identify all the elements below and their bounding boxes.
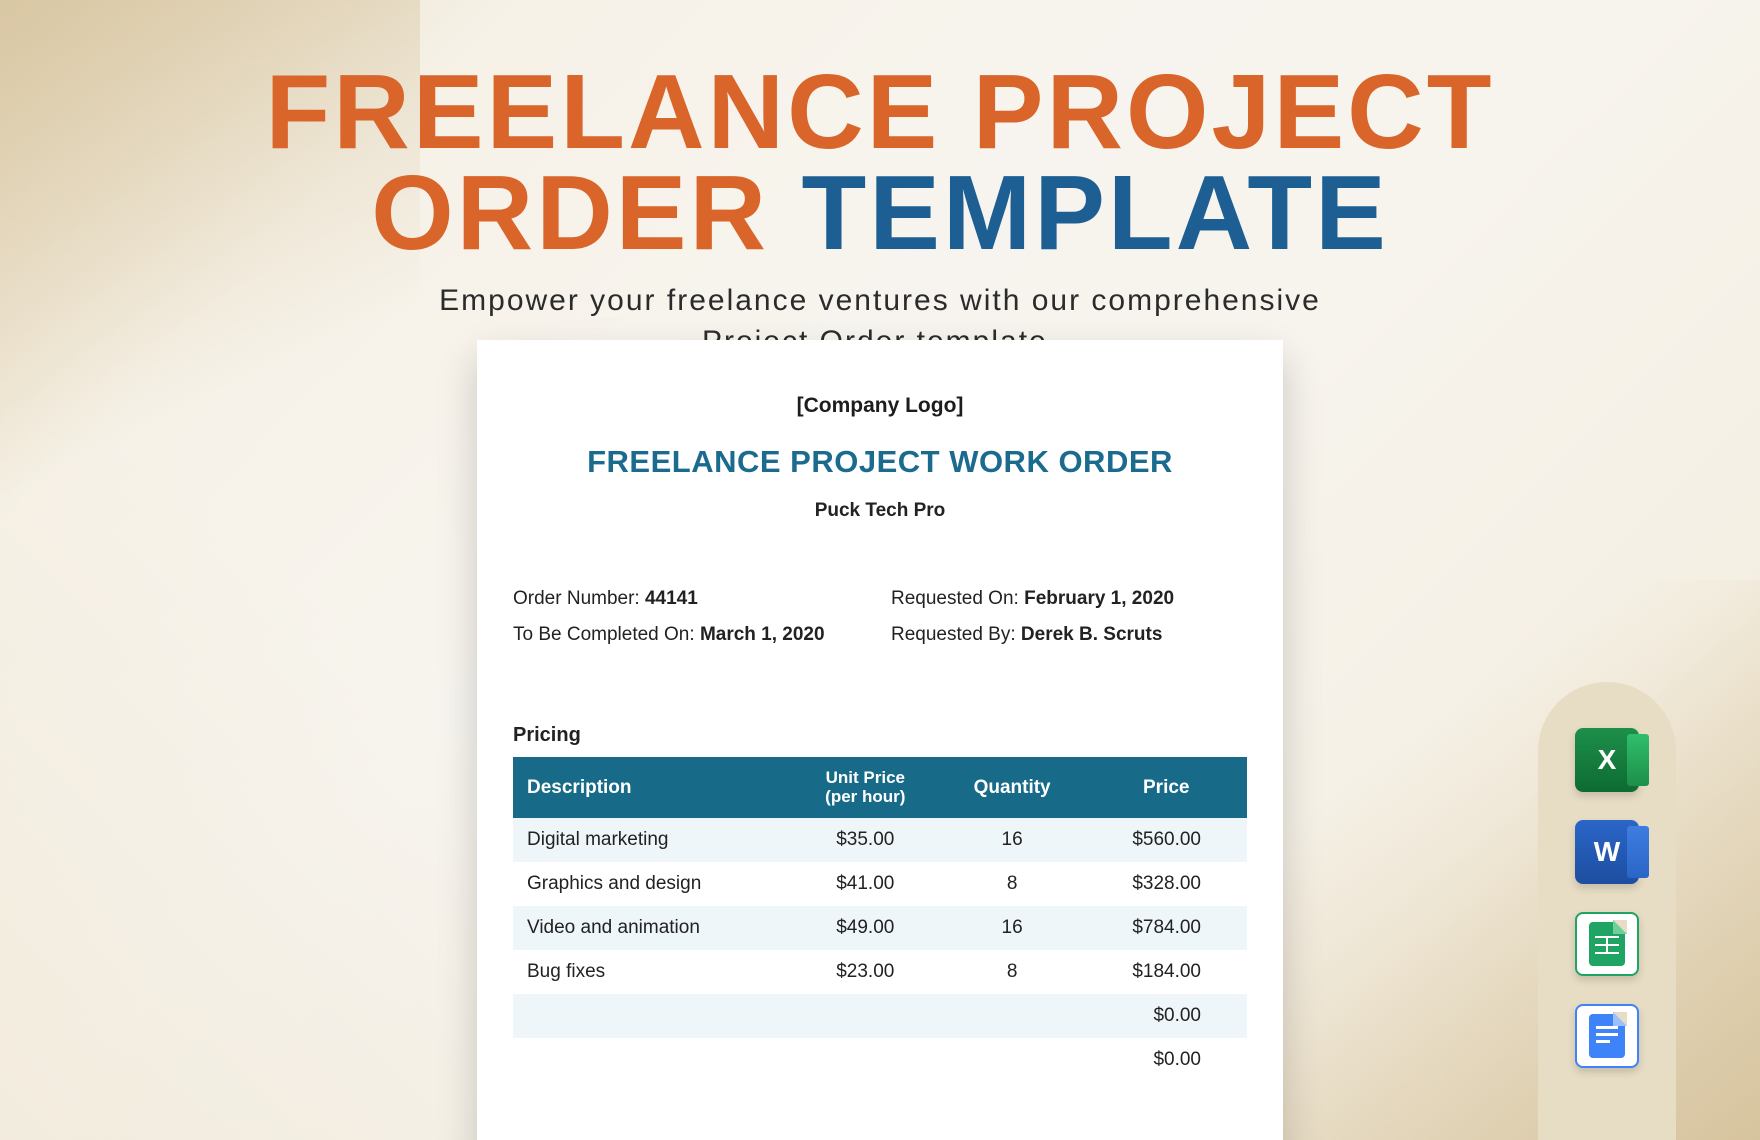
cell-price: $184.00 xyxy=(1086,950,1248,994)
col-description: Description xyxy=(513,757,792,818)
cell-qty xyxy=(939,1038,1086,1082)
word-icon[interactable]: W xyxy=(1575,820,1639,884)
promo-header: FREELANCE PROJECT ORDER TEMPLATE Empower… xyxy=(0,62,1760,362)
excel-letter: X xyxy=(1575,728,1639,792)
pricing-section-title: Pricing xyxy=(513,724,1247,747)
cell-unit: $35.00 xyxy=(792,818,939,862)
subtitle-line-1: Empower your freelance ventures with our… xyxy=(439,284,1321,317)
meta-left-col: Order Number: 44141 To Be Completed On: … xyxy=(513,588,869,660)
excel-icon[interactable]: X xyxy=(1575,728,1639,792)
document-inner: [Company Logo] FREELANCE PROJECT WORK OR… xyxy=(477,340,1283,1082)
col-unit-price-l1: Unit Price xyxy=(802,769,929,788)
requested-by-label: Requested By: xyxy=(891,624,1021,645)
cell-unit: $23.00 xyxy=(792,950,939,994)
table-row: $0.00 xyxy=(513,994,1247,1038)
document-preview: [Company Logo] FREELANCE PROJECT WORK OR… xyxy=(477,340,1283,1140)
cell-desc: Graphics and design xyxy=(513,862,792,906)
cell-price: $0.00 xyxy=(1086,1038,1248,1082)
table-row: Graphics and design $41.00 8 $328.00 xyxy=(513,862,1247,906)
order-number-value: 44141 xyxy=(645,588,698,609)
pricing-header-row: Description Unit Price (per hour) Quanti… xyxy=(513,757,1247,818)
col-unit-price: Unit Price (per hour) xyxy=(792,757,939,818)
cell-qty: 16 xyxy=(939,818,1086,862)
cell-desc xyxy=(513,1038,792,1082)
col-quantity: Quantity xyxy=(939,757,1086,818)
cell-unit: $49.00 xyxy=(792,906,939,950)
requested-by-row: Requested By: Derek B. Scruts xyxy=(891,624,1247,646)
cell-desc: Digital marketing xyxy=(513,818,792,862)
cell-desc: Video and animation xyxy=(513,906,792,950)
title-part-3: TEMPLATE xyxy=(801,154,1388,272)
promo-title: FREELANCE PROJECT ORDER TEMPLATE xyxy=(0,62,1760,263)
table-row: Bug fixes $23.00 8 $184.00 xyxy=(513,950,1247,994)
requested-on-value: February 1, 2020 xyxy=(1024,588,1174,609)
cell-price: $0.00 xyxy=(1086,994,1248,1038)
document-title: FREELANCE PROJECT WORK ORDER xyxy=(513,444,1247,480)
title-part-2: ORDER xyxy=(371,154,769,272)
cell-unit: $41.00 xyxy=(792,862,939,906)
word-letter: W xyxy=(1575,820,1639,884)
gdocs-glyph xyxy=(1589,1014,1625,1058)
pricing-table-head: Description Unit Price (per hour) Quanti… xyxy=(513,757,1247,818)
cell-desc xyxy=(513,994,792,1038)
completed-on-label: To Be Completed On: xyxy=(513,624,700,645)
google-docs-icon[interactable] xyxy=(1575,1004,1639,1068)
google-sheets-icon[interactable] xyxy=(1575,912,1639,976)
format-badge-bar: X W xyxy=(1538,682,1676,1140)
col-unit-price-l2: (per hour) xyxy=(802,788,929,807)
company-name: Puck Tech Pro xyxy=(513,500,1247,522)
col-price: Price xyxy=(1086,757,1248,818)
requested-on-row: Requested On: February 1, 2020 xyxy=(891,588,1247,610)
cell-price: $560.00 xyxy=(1086,818,1248,862)
sheets-glyph xyxy=(1589,922,1625,966)
order-number-row: Order Number: 44141 xyxy=(513,588,869,610)
cell-unit xyxy=(792,1038,939,1082)
requested-on-label: Requested On: xyxy=(891,588,1024,609)
table-row: $0.00 xyxy=(513,1038,1247,1082)
cell-qty: 8 xyxy=(939,950,1086,994)
requested-by-value: Derek B. Scruts xyxy=(1021,624,1163,645)
pricing-table-body: Digital marketing $35.00 16 $560.00 Grap… xyxy=(513,818,1247,1082)
cell-unit xyxy=(792,994,939,1038)
table-row: Digital marketing $35.00 16 $560.00 xyxy=(513,818,1247,862)
meta-right-col: Requested On: February 1, 2020 Requested… xyxy=(869,588,1247,660)
order-meta: Order Number: 44141 To Be Completed On: … xyxy=(513,588,1247,660)
company-logo-placeholder: [Company Logo] xyxy=(513,394,1247,418)
cell-desc: Bug fixes xyxy=(513,950,792,994)
pricing-table: Description Unit Price (per hour) Quanti… xyxy=(513,757,1247,1082)
page-background: FREELANCE PROJECT ORDER TEMPLATE Empower… xyxy=(0,0,1760,1140)
cell-price: $784.00 xyxy=(1086,906,1248,950)
order-number-label: Order Number: xyxy=(513,588,645,609)
cell-price: $328.00 xyxy=(1086,862,1248,906)
cell-qty: 8 xyxy=(939,862,1086,906)
completed-on-row: To Be Completed On: March 1, 2020 xyxy=(513,624,869,646)
table-row: Video and animation $49.00 16 $784.00 xyxy=(513,906,1247,950)
cell-qty xyxy=(939,994,1086,1038)
completed-on-value: March 1, 2020 xyxy=(700,624,825,645)
cell-qty: 16 xyxy=(939,906,1086,950)
